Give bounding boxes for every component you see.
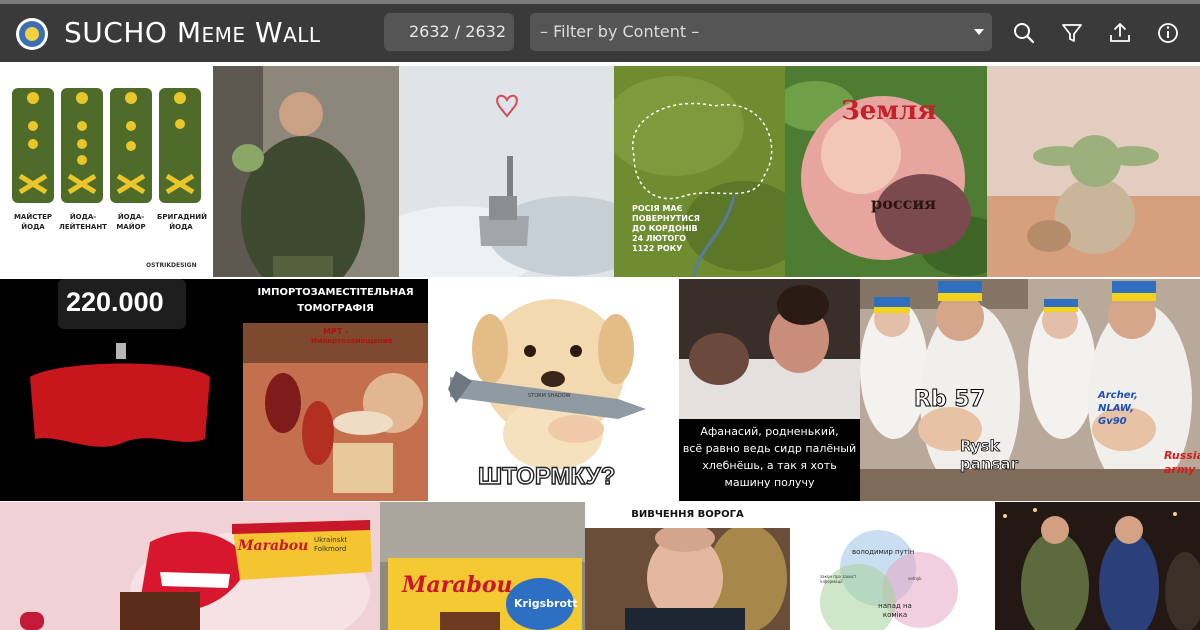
- meme-general-with-yoda[interactable]: [213, 66, 399, 277]
- apple-bottom-text: россия: [871, 194, 937, 213]
- meme-statue-in-fog[interactable]: [399, 66, 614, 277]
- chefs-small-label: Rysk pansar: [960, 437, 1019, 474]
- venn-label-1: володимир путін: [852, 548, 915, 556]
- content-filter-select[interactable]: – Filter by Content –: [530, 13, 992, 51]
- meme-counter[interactable]: 2632 / 2632: [384, 13, 514, 51]
- info-icon[interactable]: [1155, 20, 1181, 46]
- app-title-first: SUCHO: [64, 16, 168, 49]
- insignia-label-4: БРИГАДНИЙ ЙОДА: [157, 213, 208, 231]
- marabou-flavor-1: Ukrainskt Folkmord: [314, 536, 348, 553]
- meme-tomography[interactable]: ІМПОРТОЗАМЕСТІТЕЛЬНАЯ ТОМОГРАФІЯ МРТ - И…: [243, 279, 428, 501]
- app-title: SUCHO Meme Wall: [64, 16, 321, 49]
- chefs-blue-label: Archer, NLAW, Gv90: [1098, 390, 1138, 427]
- apple-top-text: Земля: [841, 96, 937, 126]
- upload-icon[interactable]: [1107, 20, 1133, 46]
- borders-map-caption: РОСІЯ МАЄ ПОВЕРНУТИСЯ ДО КОРДОНІВ 24 ЛЮТ…: [632, 204, 700, 253]
- tomography-scroll: МРТ -: [323, 327, 349, 336]
- puppy-caption: ШТОРМКУ?: [477, 462, 616, 490]
- insignia-label-2: ЙОДА-ЛЕЙТЕНАНТ: [59, 213, 107, 231]
- missile-label: STORM SHADOW: [528, 393, 571, 399]
- search-icon[interactable]: [1011, 20, 1037, 46]
- insignia-label-3: ЙОДА-МАЙОР: [116, 213, 146, 231]
- marabou-brand-1: Marabou: [238, 538, 309, 554]
- meme-borders-map[interactable]: РОСІЯ МАЄ ПОВЕРНУТИСЯ ДО КОРДОНІВ 24 ЛЮТ…: [614, 66, 785, 277]
- meme-puppy-missile[interactable]: STORM SHADOW ШТОРМКУ?: [428, 279, 679, 501]
- studying-enemy-caption: ВИВЧЕННЯ ВОРОГА: [631, 509, 744, 520]
- content-filter-label: – Filter by Content –: [540, 22, 700, 41]
- meme-yoda-insignia[interactable]: МАЙСТЕР ЙОДА ЙОДА-ЛЕЙТЕНАНТ ЙОДА-МАЙОР Б…: [0, 66, 213, 277]
- filter-icon[interactable]: [1059, 20, 1085, 46]
- meme-studying-enemy[interactable]: ВИВЧЕННЯ ВОРОГА: [585, 502, 790, 630]
- chefs-red-label: Russian army: [1164, 449, 1200, 476]
- meme-film-still[interactable]: Афанасий, родненький, всё равно ведь сид…: [679, 279, 860, 501]
- venn-label-2: закон про захист інформації: [820, 574, 857, 584]
- meme-venn-diagram[interactable]: володимир путін закон про захист інформа…: [790, 502, 995, 630]
- meme-chefs-rb57[interactable]: Rb 57 Rysk pansar: [860, 279, 1028, 501]
- meme-chefs-archer[interactable]: Archer, NLAW, Gv90 Russian army: [1028, 279, 1200, 501]
- number-220000: 220.000: [66, 287, 164, 317]
- tomography-scroll-2: Импортозамещение: [311, 337, 393, 345]
- venn-label-3: напад на коміка: [878, 602, 912, 619]
- chevron-down-icon: [974, 29, 984, 35]
- app-header: SUCHO Meme Wall 2632 / 2632 – Filter by …: [0, 4, 1200, 62]
- chefs-big-label: Rb 57: [914, 387, 986, 413]
- insignia-credit: OSTRIKDESIGN: [146, 262, 197, 269]
- marabou-flavor-2: Krigsbrott: [514, 597, 578, 610]
- marabou-brand-2: Marabou: [402, 572, 513, 598]
- tomography-title: ІМПОРТОЗАМЕСТІТЕЛЬНАЯ ТОМОГРАФІЯ: [257, 287, 414, 314]
- meme-marabou-lips[interactable]: Marabou Ukrainskt Folkmord: [0, 502, 380, 630]
- meme-220000[interactable]: 220.000: [0, 279, 243, 501]
- film-caption: Афанасий, родненький, всё равно ведь сид…: [682, 425, 857, 489]
- meme-marabou-krigsbrott[interactable]: Marabou Krigsbrott: [380, 502, 585, 630]
- sucho-logo[interactable]: [16, 18, 48, 50]
- meme-baby-yoda-desert[interactable]: [987, 66, 1200, 277]
- meme-two-men-stage[interactable]: [995, 502, 1200, 630]
- meme-rotten-apple[interactable]: Земля россия: [785, 66, 987, 277]
- insignia-label-1: МАЙСТЕР ЙОДА: [13, 213, 53, 231]
- app-title-rest: Meme Wall: [176, 16, 321, 49]
- venn-label-4: vetnyk: [908, 576, 922, 581]
